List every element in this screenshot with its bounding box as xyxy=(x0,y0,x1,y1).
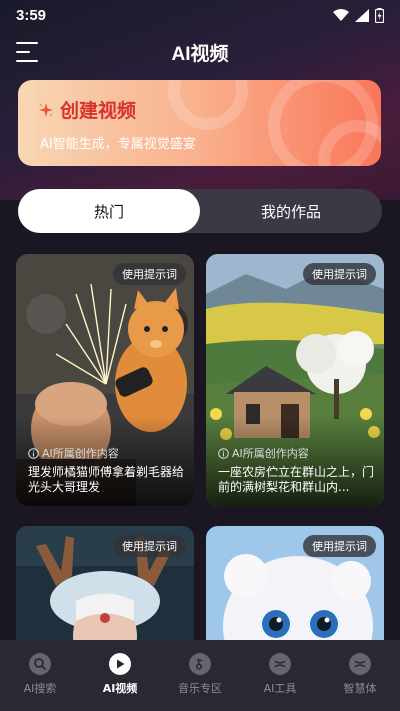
search-icon xyxy=(29,653,51,675)
play-icon xyxy=(109,653,131,675)
video-card[interactable]: 使用提示词 xyxy=(16,526,194,656)
use-prompt-button[interactable]: 使用提示词 xyxy=(303,535,376,557)
video-card[interactable]: 使用提示词 xyxy=(206,526,384,656)
nav-label: 智慧体 xyxy=(343,682,377,695)
card-description: 一座农房伫立在群山之上，门前的满树梨花和群山内... xyxy=(218,465,375,494)
ai-content-tag: AI所属创作内容 xyxy=(28,445,119,461)
nav-music-zone[interactable]: 音乐专区 xyxy=(160,640,240,711)
ai-content-tag: AI所属创作内容 xyxy=(218,445,309,461)
tab-hot[interactable]: 热门 xyxy=(18,189,200,233)
music-note-icon xyxy=(189,653,211,675)
app-header: AI视频 xyxy=(0,34,400,70)
info-icon xyxy=(28,447,39,459)
sparkle-icon xyxy=(39,102,53,117)
ai-content-tag-label: AI所属创作内容 xyxy=(42,447,119,460)
status-time: 3:59 xyxy=(16,6,47,24)
info-icon xyxy=(218,447,229,459)
ball-icon xyxy=(349,653,371,675)
nav-smart-agent[interactable]: 智慧体 xyxy=(320,640,400,711)
ball-icon xyxy=(269,653,291,675)
bottom-navigation: AI搜索 AI视频 音乐专区 AI工具 智慧体 xyxy=(0,640,400,711)
nav-ai-video[interactable]: AI视频 xyxy=(80,640,160,711)
ai-content-tag-label: AI所属创作内容 xyxy=(232,447,309,460)
nav-label: 音乐专区 xyxy=(178,682,222,695)
status-bar: 3:59 xyxy=(0,0,400,30)
battery-icon xyxy=(375,7,384,23)
wifi-icon xyxy=(333,9,349,21)
card-description: 理发师橘猫师傅拿着剃毛器给光头大哥理发 xyxy=(28,465,185,494)
tab-bar: 热门 我的作品 xyxy=(18,189,382,233)
use-prompt-button[interactable]: 使用提示词 xyxy=(113,535,186,557)
video-card[interactable]: 使用提示词 AI所属创作内容 一座农房伫立在群山之上，门前的满树梨花和群山内..… xyxy=(206,254,384,506)
signal-icon xyxy=(355,8,369,22)
banner-title-row: 创建视频 xyxy=(38,96,136,123)
nav-label: AI视频 xyxy=(102,682,138,695)
page-title: AI视频 xyxy=(171,43,229,65)
tab-my-works[interactable]: 我的作品 xyxy=(200,189,382,233)
banner-title: 创建视频 xyxy=(60,100,137,122)
create-video-banner[interactable]: 创建视频 AI智能生成，专属视觉盛宴 xyxy=(18,80,381,166)
banner-subtitle: AI智能生成，专属视觉盛宴 xyxy=(40,137,196,152)
nav-ai-search[interactable]: AI搜索 xyxy=(0,640,80,711)
nav-label: AI搜索 xyxy=(23,682,57,695)
menu-icon[interactable] xyxy=(16,42,38,62)
use-prompt-button[interactable]: 使用提示词 xyxy=(113,263,186,285)
nav-label: AI工具 xyxy=(263,682,297,695)
video-card[interactable]: 使用提示词 AI所属创作内容 理发师橘猫师傅拿着剃毛器给光头大哥理发 xyxy=(16,254,194,506)
use-prompt-button[interactable]: 使用提示词 xyxy=(303,263,376,285)
nav-ai-tools[interactable]: AI工具 xyxy=(240,640,320,711)
status-icons xyxy=(333,7,384,23)
